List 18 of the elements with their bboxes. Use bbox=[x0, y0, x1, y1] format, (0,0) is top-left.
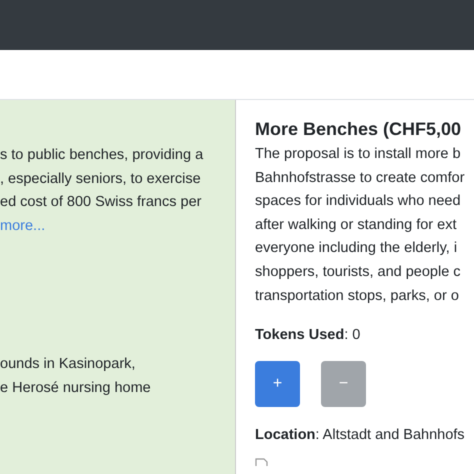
description-line: Bahnhofstrasse to create comfor bbox=[255, 168, 466, 188]
tokens-used-text: Tokens Used: 0 bbox=[255, 326, 362, 346]
description-line: , especially seniors, to exercise bbox=[0, 170, 202, 189]
location-line: ounds in Kasinopark, bbox=[0, 355, 136, 374]
add-token-button[interactable]: + bbox=[255, 361, 300, 408]
location-text: Location: Altstadt and Bahnhofs bbox=[255, 426, 466, 446]
description-line: The proposal is to install more b bbox=[255, 145, 462, 164]
read-more-link[interactable]: more... bbox=[0, 214, 221, 238]
description-line: after walking or standing for ext bbox=[255, 216, 458, 235]
location-line: e Herosé nursing home bbox=[0, 378, 152, 398]
description-line: ed cost of 800 Swiss francs per bbox=[0, 193, 202, 212]
description-line: spaces for individuals who need bbox=[255, 192, 462, 212]
description-line: everyone including the elderly, i bbox=[255, 239, 458, 258]
description-line: s to public benches, providing a bbox=[0, 146, 204, 165]
description-line: transportation stops, parks, or o bbox=[255, 286, 460, 306]
description-line: shoppers, tourists, and people c bbox=[255, 262, 462, 282]
proposal-title: More Benches (CHF5,00 bbox=[255, 118, 462, 141]
document-icon bbox=[255, 458, 269, 466]
